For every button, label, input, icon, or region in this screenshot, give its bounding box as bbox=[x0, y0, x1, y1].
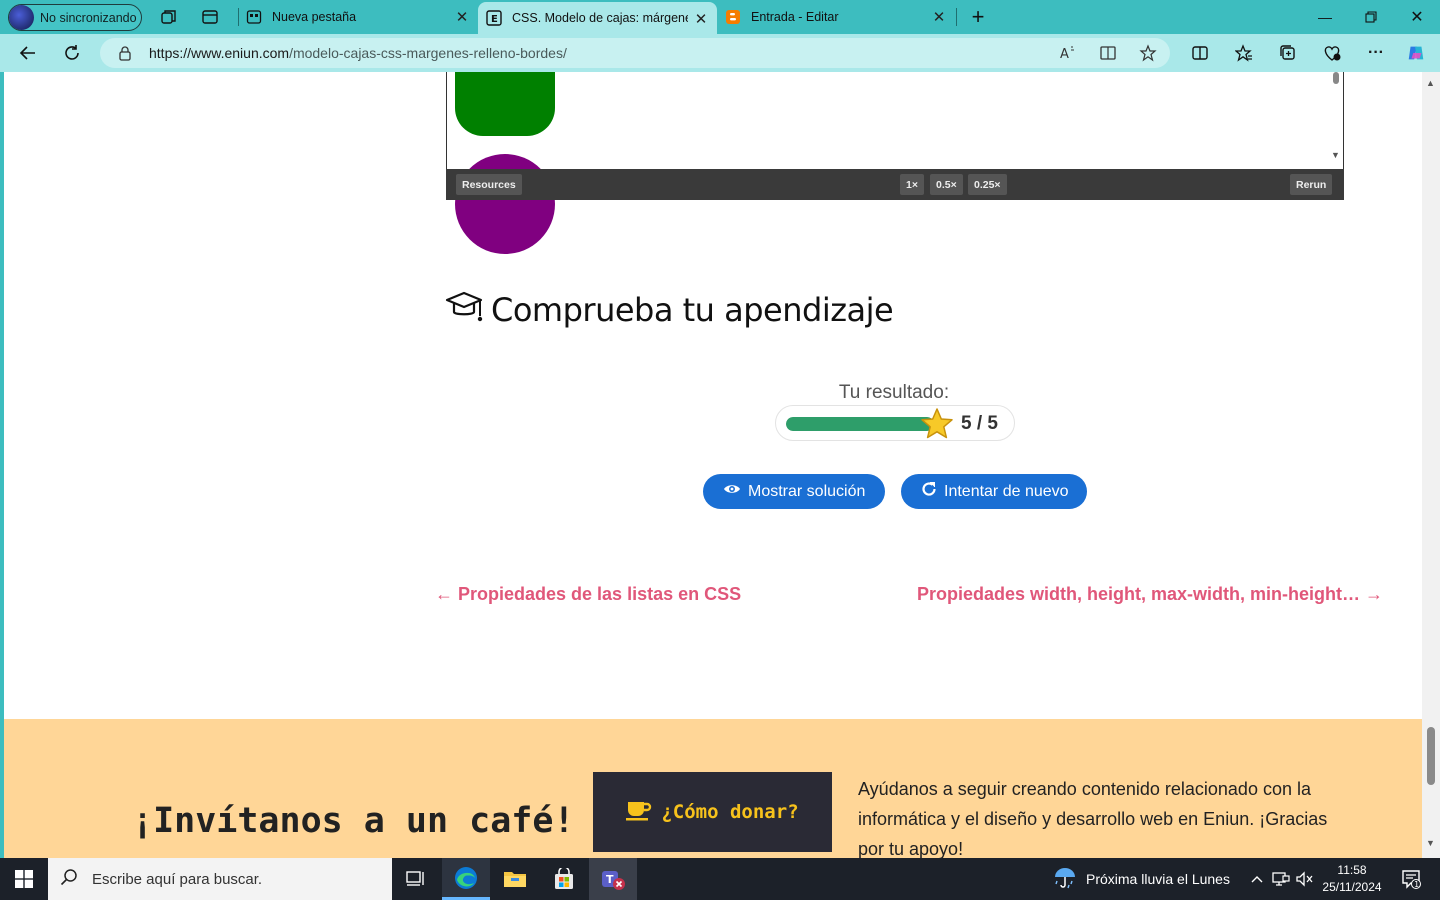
start-button[interactable] bbox=[0, 858, 48, 900]
previous-post-link[interactable]: ← Propiedades de las listas en CSS bbox=[435, 584, 741, 605]
try-again-button[interactable]: Intentar de nuevo bbox=[901, 474, 1087, 509]
browser-toolbar: https://www.eniun.com/modelo-cajas-css-m… bbox=[0, 34, 1440, 72]
lock-icon[interactable] bbox=[118, 45, 132, 66]
volume-muted-icon[interactable] bbox=[1296, 870, 1314, 888]
button-label: ¿Cómo donar? bbox=[661, 801, 799, 823]
demo-scrollbar[interactable]: ▼ bbox=[1329, 72, 1343, 169]
tab-label: Entrada - Editar bbox=[751, 10, 839, 24]
windows-logo-icon bbox=[15, 870, 33, 888]
edge-taskbar-icon[interactable] bbox=[442, 858, 490, 900]
score-display: 5 / 5 bbox=[775, 405, 1015, 441]
url-text: https://www.eniun.com/modelo-cajas-css-m… bbox=[149, 45, 567, 61]
favorite-star-icon[interactable] bbox=[1138, 43, 1158, 63]
search-placeholder: Escribe aquí para buscar. bbox=[92, 870, 263, 888]
zoom-1x-button[interactable]: 1× bbox=[900, 174, 924, 195]
network-icon[interactable] bbox=[1272, 870, 1290, 888]
scroll-up-arrow-icon[interactable]: ▲ bbox=[1426, 78, 1435, 88]
read-aloud-icon[interactable]: A bbox=[1058, 43, 1078, 63]
blogger-icon bbox=[725, 9, 741, 25]
close-icon[interactable]: ✕ bbox=[454, 9, 470, 26]
windows-taskbar: Escribe aquí para buscar. T Próxima lluv… bbox=[0, 858, 1440, 900]
zoom-05x-button[interactable]: 0.5× bbox=[930, 174, 963, 195]
taskbar-search-box[interactable]: Escribe aquí para buscar. bbox=[48, 858, 392, 900]
task-view-icon[interactable] bbox=[392, 858, 440, 900]
new-tab-icon bbox=[246, 9, 262, 25]
coffee-cup-icon bbox=[626, 799, 652, 826]
scrollbar-thumb[interactable] bbox=[1427, 727, 1435, 785]
clock-date: 25/11/2024 bbox=[1322, 880, 1382, 894]
weather-text: Próxima lluvia el Lunes bbox=[1086, 871, 1230, 887]
star-icon bbox=[920, 407, 954, 446]
search-icon bbox=[60, 868, 78, 891]
svg-text:T: T bbox=[606, 873, 614, 886]
tab-label: Nueva pestaña bbox=[272, 10, 357, 24]
scroll-down-arrow-icon[interactable]: ▼ bbox=[1331, 150, 1340, 160]
microsoft-store-icon[interactable] bbox=[540, 858, 588, 900]
restore-icon[interactable] bbox=[1348, 0, 1394, 34]
immersive-reader-icon[interactable] bbox=[1098, 43, 1118, 63]
button-label: Intentar de nuevo bbox=[944, 482, 1069, 500]
browser-essentials-icon[interactable] bbox=[1322, 43, 1342, 63]
demo-green-box bbox=[455, 72, 555, 136]
profile-label: No sincronizando bbox=[40, 10, 137, 25]
close-icon[interactable]: ✕ bbox=[931, 9, 947, 26]
tab-new-tab[interactable]: Nueva pestaña ✕ bbox=[238, 0, 478, 34]
page-title: Comprueba tu apendizaje bbox=[491, 290, 894, 329]
notification-count: 1 bbox=[1414, 880, 1419, 889]
donate-section: ¡Invítanos a un café! ¿Cómo donar? Ayúda… bbox=[4, 719, 1422, 858]
file-explorer-icon[interactable] bbox=[491, 858, 539, 900]
eye-icon bbox=[723, 482, 741, 501]
split-screen-icon[interactable] bbox=[1190, 43, 1210, 63]
svg-text:A: A bbox=[1060, 47, 1069, 62]
notifications-icon[interactable]: 1 bbox=[1400, 868, 1422, 890]
page-scrollbar[interactable]: ▲ ▼ bbox=[1422, 72, 1440, 858]
tab-actions-icon[interactable] bbox=[200, 7, 220, 27]
copilot-icon[interactable] bbox=[1406, 43, 1426, 63]
score-progress-bar bbox=[786, 417, 934, 431]
chevron-up-icon[interactable] bbox=[1248, 870, 1266, 888]
teams-icon[interactable]: T bbox=[589, 858, 637, 900]
refresh-icon[interactable] bbox=[62, 43, 82, 63]
clock[interactable]: 11:58 25/11/2024 bbox=[1316, 862, 1388, 896]
umbrella-rain-icon bbox=[1052, 866, 1078, 893]
svg-text:E: E bbox=[491, 14, 498, 25]
quiz-heading: Comprueba tu apendizaje bbox=[445, 290, 894, 329]
clock-time: 11:58 bbox=[1337, 863, 1367, 877]
avatar bbox=[9, 5, 34, 30]
redo-icon bbox=[921, 481, 937, 502]
collections-icon[interactable] bbox=[1278, 43, 1298, 63]
address-bar[interactable]: https://www.eniun.com/modelo-cajas-css-m… bbox=[100, 38, 1170, 68]
donate-title: ¡Invítanos a un café! bbox=[132, 801, 575, 841]
tab-label: CSS. Modelo de cajas: márgenes, bbox=[512, 11, 688, 25]
new-tab-plus-icon[interactable]: + bbox=[968, 4, 988, 29]
demo-toolbar: Resources 1× 0.5× 0.25× Rerun bbox=[446, 169, 1344, 200]
close-icon[interactable]: ✕ bbox=[693, 11, 709, 28]
browser-tab-strip: No sincronizando Nueva pestaña ✕ E CSS. … bbox=[0, 0, 1440, 34]
close-window-icon[interactable]: ✕ bbox=[1394, 0, 1440, 34]
graduation-cap-icon bbox=[445, 290, 483, 329]
scroll-down-arrow-icon[interactable]: ▼ bbox=[1426, 838, 1435, 848]
minimize-icon[interactable]: — bbox=[1302, 0, 1348, 34]
weather-widget[interactable]: Próxima lluvia el Lunes bbox=[1052, 858, 1230, 900]
workspaces-icon[interactable] bbox=[159, 7, 179, 27]
how-to-donate-button[interactable]: ¿Cómo donar? bbox=[593, 772, 832, 852]
favorites-icon[interactable] bbox=[1234, 43, 1254, 63]
result-label: Tu resultado: bbox=[838, 382, 950, 403]
more-options-icon[interactable]: ··· bbox=[1366, 43, 1386, 63]
back-icon[interactable] bbox=[18, 43, 38, 63]
profile-button[interactable]: No sincronizando bbox=[8, 4, 142, 31]
rerun-button[interactable]: Rerun bbox=[1290, 174, 1333, 195]
eniun-favicon-icon: E bbox=[486, 10, 502, 26]
score-value: 5 / 5 bbox=[961, 413, 998, 434]
code-demo-preview: ▼ bbox=[446, 72, 1344, 254]
tab-css-modelo-cajas[interactable]: E CSS. Modelo de cajas: márgenes, ✕ bbox=[478, 2, 717, 34]
show-solution-button[interactable]: Mostrar solución bbox=[703, 474, 885, 509]
next-post-link[interactable]: Propiedades width, height, max-width, mi… bbox=[917, 584, 1383, 605]
zoom-025x-button[interactable]: 0.25× bbox=[968, 174, 1007, 195]
tab-entrada-editar[interactable]: Entrada - Editar ✕ bbox=[717, 0, 955, 34]
donate-description: Ayúdanos a seguir creando contenido rela… bbox=[858, 779, 1328, 858]
button-label: Mostrar solución bbox=[748, 482, 866, 500]
resources-button[interactable]: Resources bbox=[456, 174, 522, 195]
web-page: ▼ Resources 1× 0.5× 0.25× Rerun Comprueb… bbox=[4, 72, 1422, 858]
